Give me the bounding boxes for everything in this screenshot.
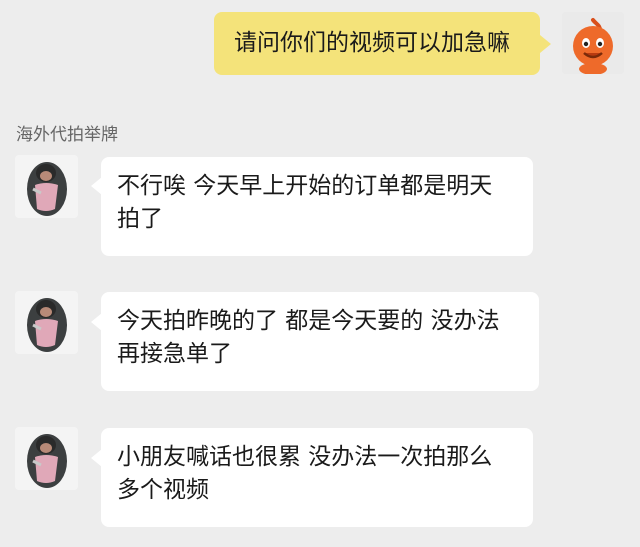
outgoing-message-text: 请问你们的视频可以加急嘛 [234,30,510,56]
monkey-avatar-icon[interactable] [15,427,78,490]
message-line: 今天拍昨晚的了 都是今天要的 没办法 [117,308,500,334]
sender-name: 海外代拍举牌 [16,125,118,145]
incoming-message-bubble[interactable]: 不行唉 今天早上开始的订单都是明天 拍了 [101,157,533,256]
message-line: 再接急单了 [117,341,232,367]
outgoing-message-bubble[interactable]: 请问你们的视频可以加急嘛 [214,12,540,75]
monkey-avatar-icon[interactable] [15,155,78,218]
message-line: 拍了 [117,206,163,232]
message-line: 不行唉 今天早上开始的订单都是明天 [117,173,493,199]
outgoing-bubble-tail [540,35,551,53]
message-line: 多个视频 [117,477,209,503]
message-line: 小朋友喊话也很累 没办法一次拍那么 [117,444,493,470]
monkey-avatar-icon[interactable] [15,291,78,354]
incoming-message-bubble[interactable]: 小朋友喊话也很累 没办法一次拍那么 多个视频 [101,428,533,527]
orange-cartoon-avatar-icon[interactable] [562,12,624,74]
incoming-message-bubble[interactable]: 今天拍昨晚的了 都是今天要的 没办法 再接急单了 [101,292,539,391]
